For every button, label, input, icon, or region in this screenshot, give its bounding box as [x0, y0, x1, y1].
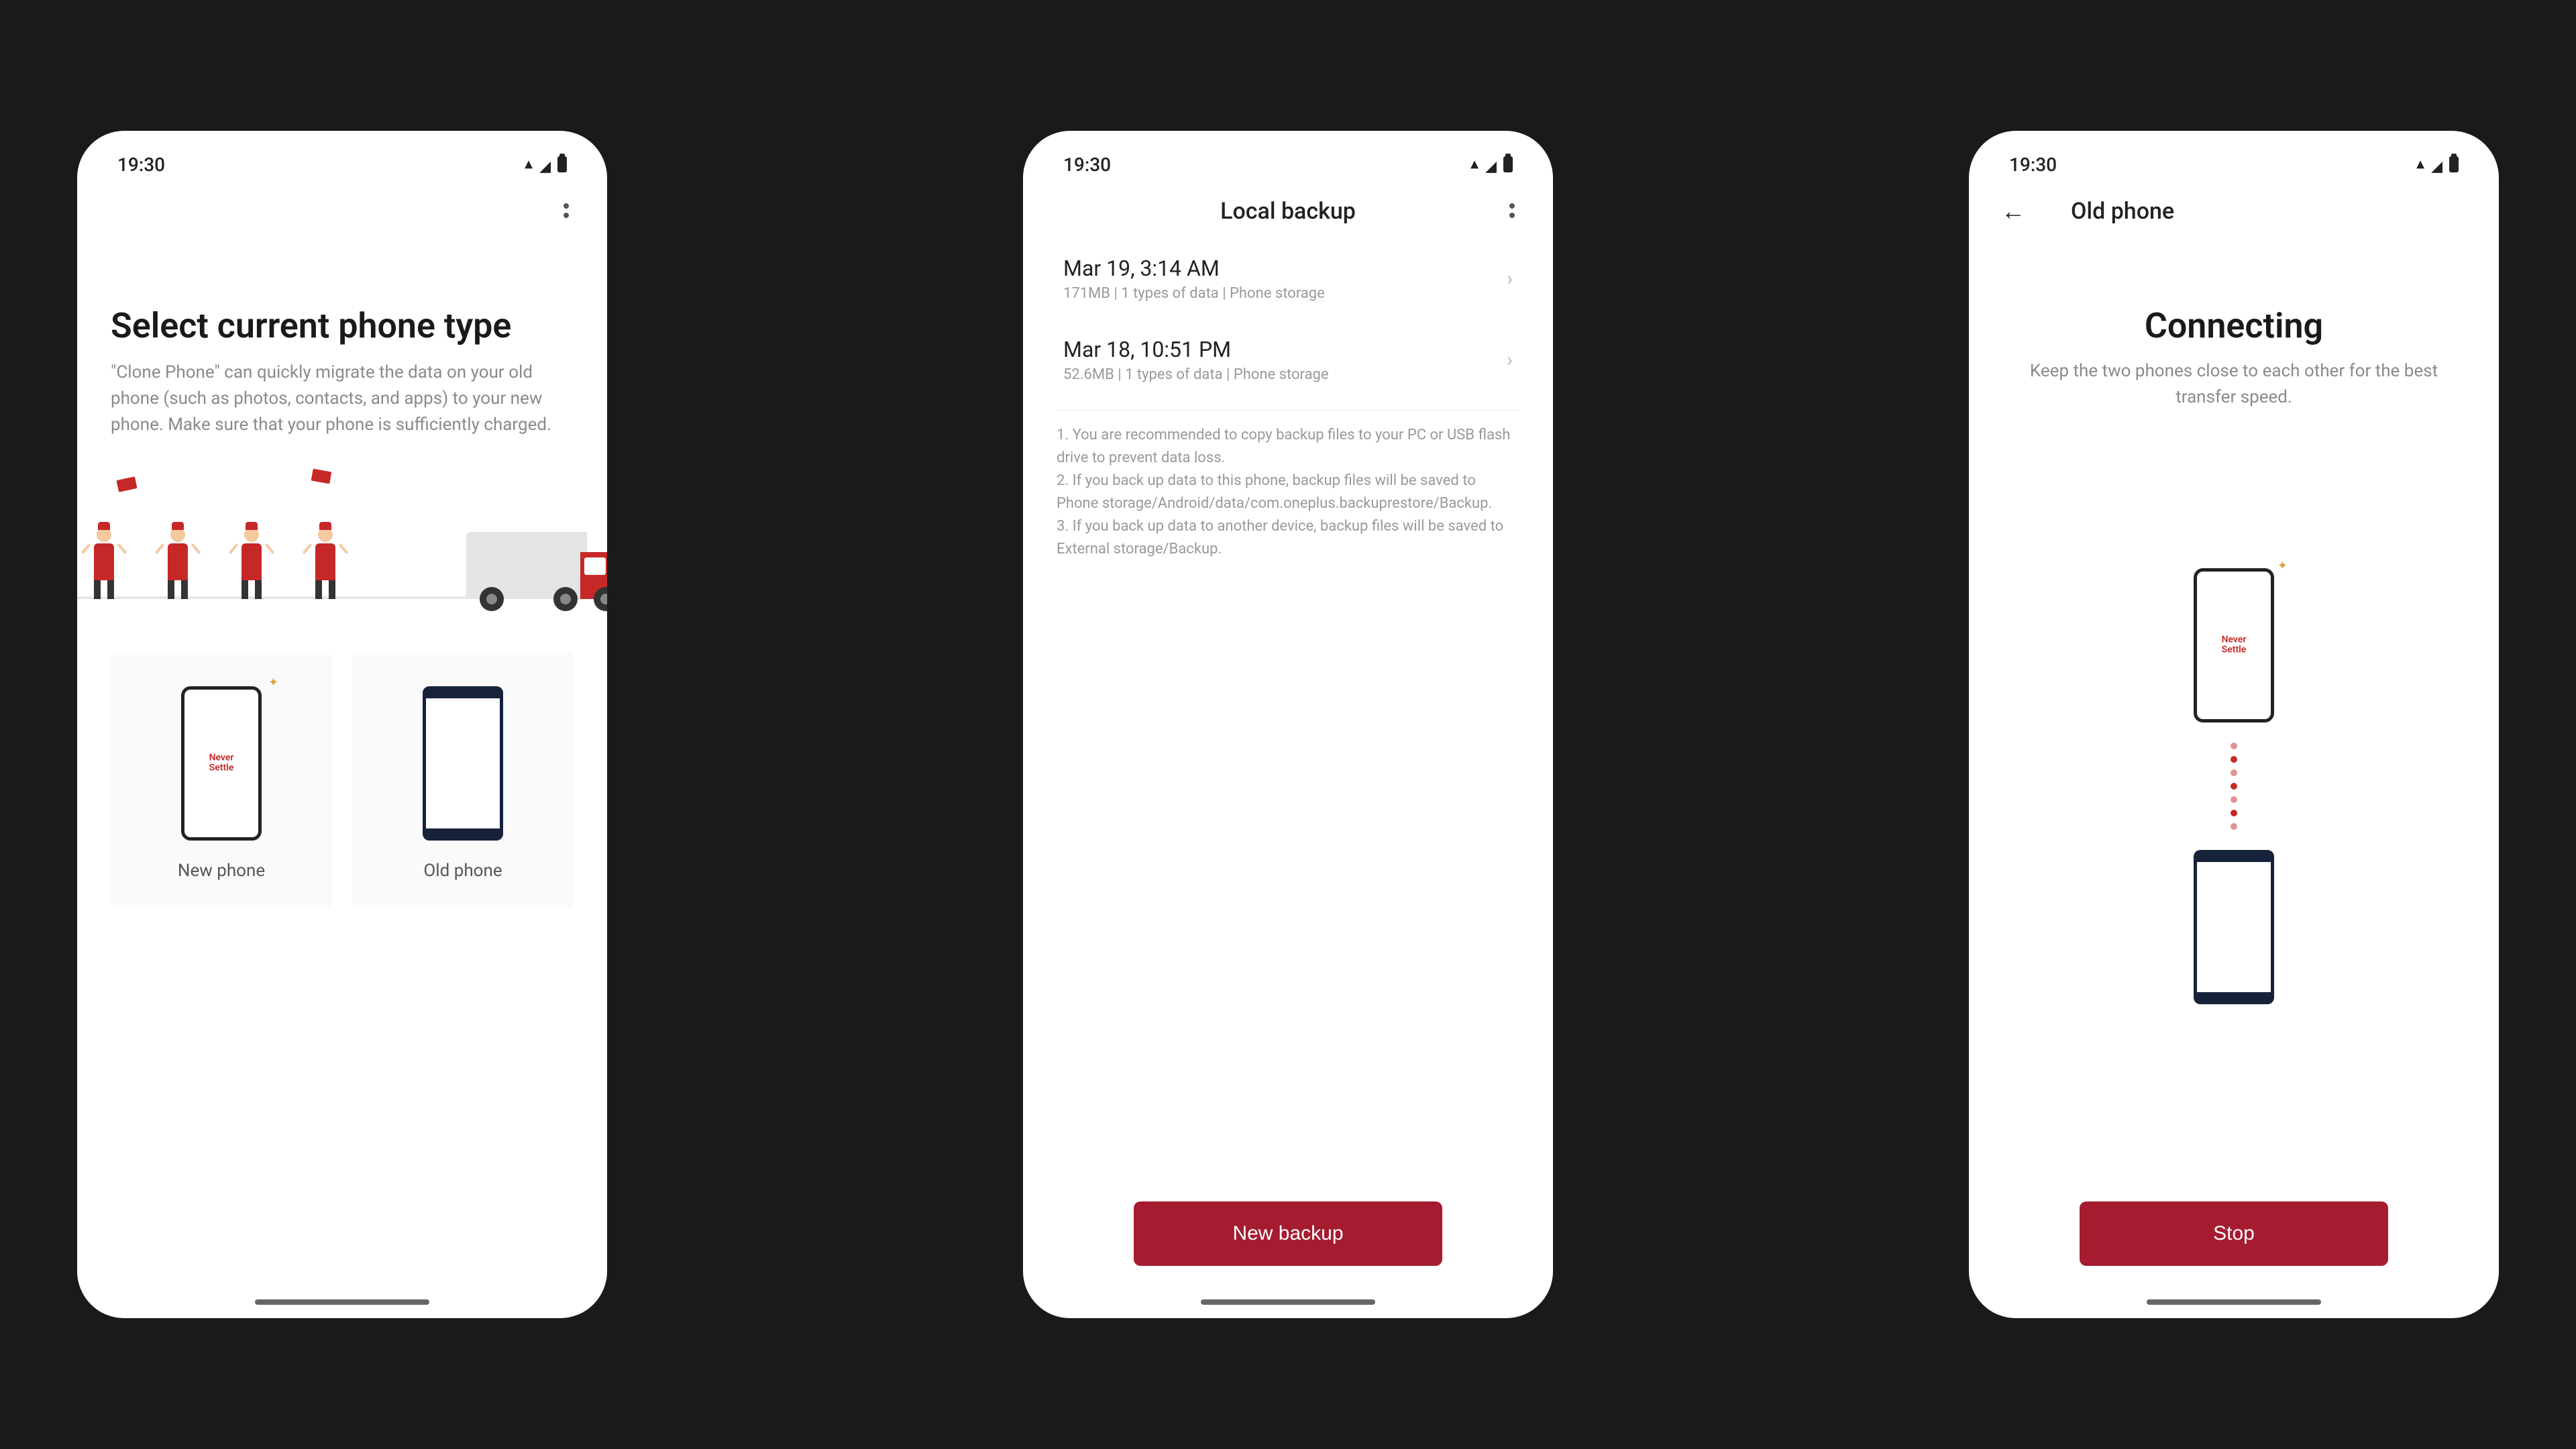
page-description: "Clone Phone" can quickly migrate the da…	[111, 360, 574, 438]
old-phone-card[interactable]: Old phone	[352, 653, 574, 908]
app-bar: ← Old phone	[1969, 184, 2499, 238]
status-bar: 19:30	[1969, 144, 2499, 184]
status-time: 19:30	[2009, 154, 2057, 176]
wifi-icon	[1470, 154, 1479, 176]
home-indicator[interactable]	[2147, 1299, 2321, 1305]
page-title: Connecting	[2002, 305, 2465, 346]
screen-select-phone-type: 19:30 Select current phone type "Clone P…	[77, 131, 607, 1318]
signal-icon	[539, 154, 551, 176]
sparkle-icon: ✦	[2277, 559, 2288, 573]
stop-button[interactable]: Stop	[2080, 1201, 2388, 1266]
note-line: 2. If you back up data to this phone, ba…	[1057, 470, 1519, 515]
backup-subtitle: 52.6MB | 1 types of data | Phone storage	[1063, 366, 1329, 383]
connection-dots-icon	[2231, 743, 2237, 830]
home-indicator[interactable]	[255, 1299, 429, 1305]
status-icons	[1470, 154, 1513, 176]
old-phone-icon	[2194, 850, 2274, 1004]
new-phone-card[interactable]: ✦ New phone	[111, 653, 332, 908]
wifi-icon	[525, 154, 533, 176]
backup-title: Mar 19, 3:14 AM	[1063, 256, 1325, 281]
notes: 1. You are recommended to copy backup fi…	[1057, 424, 1519, 561]
signal-icon	[2431, 154, 2443, 176]
backup-item[interactable]: Mar 19, 3:14 AM 171MB | 1 types of data …	[1057, 238, 1519, 319]
screen-local-backup: 19:30 Local backup Mar 19, 3:14 AM 171MB…	[1023, 131, 1553, 1318]
wifi-icon	[2416, 154, 2424, 176]
illustration	[77, 465, 607, 612]
sparkle-icon: ✦	[268, 676, 278, 690]
back-button[interactable]: ←	[1996, 192, 2031, 231]
home-indicator[interactable]	[1201, 1299, 1375, 1305]
battery-icon	[2449, 156, 2459, 172]
new-phone-label: New phone	[178, 861, 265, 881]
page-header: Old phone	[2071, 198, 2174, 225]
status-time: 19:30	[1063, 154, 1111, 176]
old-phone-icon	[423, 686, 503, 841]
app-bar	[77, 184, 607, 238]
status-icons	[525, 154, 567, 176]
chevron-right-icon: ›	[1507, 348, 1513, 372]
status-icons	[2416, 154, 2459, 176]
backup-title: Mar 18, 10:51 PM	[1063, 337, 1329, 362]
connecting-illustration: ✦	[2002, 370, 2465, 1201]
chevron-right-icon: ›	[1507, 267, 1513, 290]
battery-icon	[1503, 156, 1513, 172]
old-phone-label: Old phone	[423, 861, 502, 881]
note-line: 3. If you back up data to another device…	[1057, 515, 1519, 561]
more-menu-button[interactable]	[556, 194, 576, 227]
more-menu-button[interactable]	[1502, 194, 1522, 227]
app-bar: Local backup	[1023, 184, 1553, 238]
page-title: Local backup	[1220, 198, 1356, 225]
status-bar: 19:30	[77, 144, 607, 184]
status-bar: 19:30	[1023, 144, 1553, 184]
signal-icon	[1485, 154, 1497, 176]
divider	[1057, 410, 1519, 411]
backup-item[interactable]: Mar 18, 10:51 PM 52.6MB | 1 types of dat…	[1057, 319, 1519, 400]
new-phone-icon	[181, 686, 262, 841]
screen-connecting: 19:30 ← Old phone Connecting Keep the tw…	[1969, 131, 2499, 1318]
new-backup-button[interactable]: New backup	[1134, 1201, 1442, 1266]
backup-subtitle: 171MB | 1 types of data | Phone storage	[1063, 285, 1325, 302]
page-title: Select current phone type	[111, 305, 574, 346]
status-time: 19:30	[117, 154, 165, 176]
battery-icon	[557, 156, 567, 172]
note-line: 1. You are recommended to copy backup fi…	[1057, 424, 1519, 470]
new-phone-icon	[2194, 568, 2274, 722]
